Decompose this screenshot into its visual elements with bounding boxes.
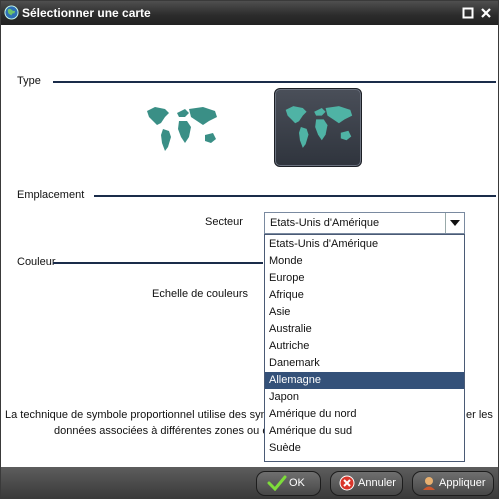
list-item[interactable]: Amérique du nord (265, 406, 464, 423)
ok-button[interactable]: OK (256, 471, 321, 496)
sector-select[interactable]: Etats-Unis d'Amérique (264, 212, 465, 234)
list-item[interactable]: Suède (265, 440, 464, 457)
apply-button[interactable]: Appliquer (412, 471, 494, 496)
window-title: Sélectionner une carte (22, 6, 151, 20)
cancel-icon (339, 475, 355, 491)
sector-dropdown-button[interactable] (445, 213, 464, 233)
select-map-dialog: Sélectionner une carte Type Emplacement … (0, 0, 499, 499)
world-map-option-light-icon[interactable] (141, 103, 221, 155)
cancel-label: Annuler (358, 477, 396, 489)
world-map-dark-icon (285, 106, 353, 148)
color-scale-label: Echelle de couleurs (152, 288, 249, 300)
close-icon[interactable] (480, 7, 492, 19)
sector-dropdown-list[interactable]: Etats-Unis d'Amérique Monde Europe Afriq… (264, 234, 465, 462)
list-item[interactable]: Asie (265, 304, 464, 321)
section-color-label: Couleur (17, 256, 56, 268)
maximize-icon[interactable] (462, 7, 474, 19)
section-type-label: Type (17, 75, 41, 87)
apply-label: Appliquer (439, 477, 486, 489)
checkmark-icon (267, 475, 287, 491)
section-location-label: Emplacement (17, 189, 85, 201)
description-line-2: données associées à différentes zones ou… (54, 425, 269, 437)
list-item[interactable]: Europe (265, 270, 464, 287)
list-item[interactable]: Afrique (265, 287, 464, 304)
sector-label: Secteur (205, 216, 243, 228)
description-line-1-end: er les (466, 409, 493, 421)
description-line-1: La technique de symbole proportionnel ut… (5, 409, 270, 421)
chevron-down-icon (450, 220, 460, 226)
cancel-button[interactable]: Annuler (330, 471, 403, 496)
ok-label: OK (289, 477, 305, 489)
section-color-divider (53, 262, 263, 264)
list-item[interactable]: Japon (265, 389, 464, 406)
list-item-highlighted[interactable]: Allemagne (265, 372, 464, 389)
title-bar: Sélectionner une carte (1, 1, 498, 25)
section-type-divider (53, 81, 496, 83)
list-item[interactable]: Australie (265, 321, 464, 338)
list-item[interactable]: Amérique du sud (265, 423, 464, 440)
world-map-option-selected[interactable] (274, 88, 362, 167)
globe-icon (4, 5, 19, 20)
apply-icon (423, 477, 435, 490)
list-item[interactable]: Monde (265, 253, 464, 270)
list-item[interactable]: Etats-Unis d'Amérique (265, 236, 464, 253)
list-item[interactable]: Danemark (265, 355, 464, 372)
section-location-divider (94, 195, 496, 197)
sector-select-value: Etats-Unis d'Amérique (270, 217, 380, 229)
button-bar: OK Annuler Appliquer (1, 467, 498, 498)
list-item[interactable]: Autriche (265, 338, 464, 355)
